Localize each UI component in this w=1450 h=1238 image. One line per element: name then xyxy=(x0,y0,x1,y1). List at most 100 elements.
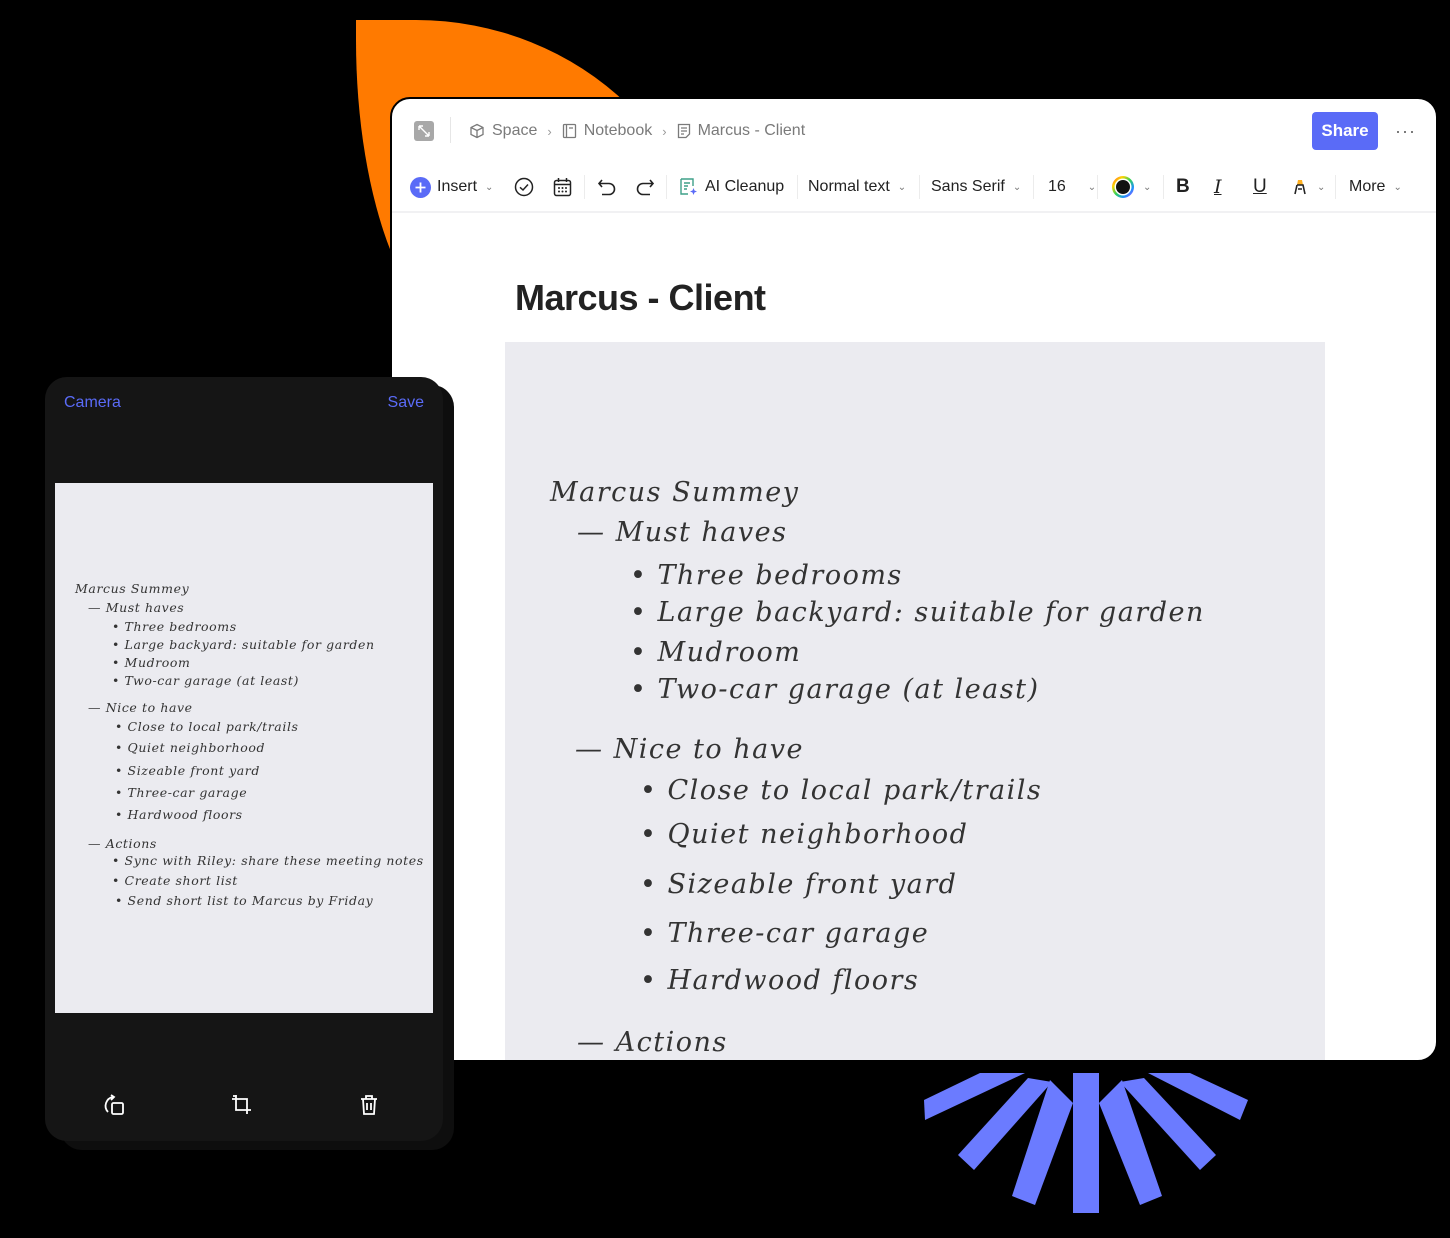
font-family-dropdown[interactable]: Sans Serif ⌄ xyxy=(931,161,1021,213)
share-button[interactable]: Share xyxy=(1312,112,1378,150)
divider xyxy=(797,175,798,199)
note-item: • Quiet neighborhood xyxy=(115,740,266,755)
item-text: Large backyard: suitable for garden xyxy=(124,637,375,652)
ai-cleanup-button[interactable]: AI Cleanup xyxy=(679,161,784,213)
note-item: • Close to local park/trails xyxy=(640,775,1043,806)
text-style-dropdown[interactable]: Normal text ⌄ xyxy=(808,161,906,213)
chevron-right-icon: › xyxy=(547,123,552,139)
chevron-down-icon: ⌄ xyxy=(485,181,494,193)
crop-icon xyxy=(232,1095,251,1114)
item-text: Three-car garage xyxy=(667,918,930,949)
more-label: More xyxy=(1349,178,1386,195)
italic-button[interactable]: I xyxy=(1214,161,1222,213)
item-text: Hardwood floors xyxy=(127,807,243,822)
section-label: Nice to have xyxy=(105,700,193,715)
more-dropdown[interactable]: More ⌄ xyxy=(1349,161,1402,213)
breadcrumb-label: Notebook xyxy=(583,122,653,139)
scanned-page-preview[interactable]: Marcus Summey — Must haves • Three bedro… xyxy=(55,483,433,1013)
item-text: Close to local park/trails xyxy=(127,719,299,734)
document-icon xyxy=(677,123,690,139)
check-circle-icon xyxy=(514,177,534,197)
text-style-value: Normal text xyxy=(808,178,890,195)
notebook-icon xyxy=(562,123,576,139)
item-text: Create short list xyxy=(124,873,238,888)
breadcrumb: Space › Notebook › Marcus - Client xyxy=(469,119,805,143)
expand-button[interactable] xyxy=(414,121,434,141)
item-text: Three bedrooms xyxy=(124,619,237,634)
divider xyxy=(584,175,585,199)
phone-scanner-panel: Camera Save Marcus Summey — Must haves •… xyxy=(45,377,443,1141)
bold-icon: B xyxy=(1176,176,1190,197)
divider xyxy=(1097,175,1098,199)
note-item: • Two-car garage (at least) xyxy=(630,674,1040,705)
note-item: • Two-car garage (at least) xyxy=(112,673,300,688)
divider xyxy=(450,117,451,143)
ai-cleanup-label: AI Cleanup xyxy=(705,178,785,195)
note-item: • Large backyard: suitable for garden xyxy=(112,637,375,652)
breadcrumb-space[interactable]: Space xyxy=(469,122,537,140)
note-item: • Mudroom xyxy=(630,637,802,668)
note-section-title: — Must haves xyxy=(577,517,788,548)
item-text: Close to local park/trails xyxy=(667,775,1043,806)
expand-icon xyxy=(418,125,430,137)
divider xyxy=(919,175,920,199)
highlight-button[interactable]: ⌄ xyxy=(1291,161,1325,213)
undo-button[interactable] xyxy=(597,161,617,213)
redo-icon xyxy=(636,179,655,196)
item-text: Two-car garage (at least) xyxy=(124,673,300,688)
task-button[interactable] xyxy=(514,161,534,213)
cube-icon xyxy=(470,123,484,139)
note-item: • Sizeable front yard xyxy=(115,763,260,778)
decorative-burst xyxy=(924,1073,1248,1213)
note-item: • Hardwood floors xyxy=(115,807,243,822)
scanned-note-image[interactable]: Marcus Summey — Must haves • Three bedro… xyxy=(505,342,1325,1060)
camera-button[interactable]: Camera xyxy=(64,394,121,412)
delete-button[interactable] xyxy=(357,1093,381,1117)
chevron-down-icon: ⌄ xyxy=(897,181,907,193)
calendar-button[interactable] xyxy=(553,161,572,213)
underline-button[interactable]: U xyxy=(1253,161,1267,213)
note-item: • Three bedrooms xyxy=(112,619,237,634)
section-label: Must haves xyxy=(105,600,185,615)
note-item: • Hardwood floors xyxy=(640,965,920,996)
note-section-title: — Nice to have xyxy=(575,734,804,765)
editor-topbar: Space › Notebook › Marcus - Client Share… xyxy=(392,99,1436,161)
redo-button[interactable] xyxy=(635,161,655,213)
more-options-icon[interactable]: ··· xyxy=(1395,121,1416,142)
font-size-dropdown[interactable]: 16 ⌄ xyxy=(1048,161,1096,213)
note-item: • Sizeable front yard xyxy=(640,869,958,900)
section-label: Nice to have xyxy=(613,734,804,765)
note-section-title: — Nice to have xyxy=(88,700,193,715)
item-text: Sizeable front yard xyxy=(667,869,958,900)
underline-icon: U xyxy=(1253,176,1267,197)
bold-button[interactable]: B xyxy=(1176,161,1190,213)
note-section-title: — Actions xyxy=(577,1027,728,1058)
color-wheel-icon xyxy=(1112,176,1134,198)
document-title[interactable]: Marcus - Client xyxy=(515,277,766,319)
breadcrumb-notebook[interactable]: Notebook xyxy=(562,122,653,140)
insert-label: Insert xyxy=(437,178,478,195)
note-item: • Send short list to Marcus by Friday xyxy=(115,893,374,908)
breadcrumb-document[interactable]: Marcus - Client xyxy=(677,122,805,140)
burst-ray xyxy=(1073,1073,1099,1213)
crop-button[interactable] xyxy=(230,1093,254,1117)
save-button[interactable]: Save xyxy=(388,394,424,412)
ai-sparkle-document-icon xyxy=(680,178,697,195)
formatting-toolbar: Insert ⌄ AI Cleanup Normal text ⌄ Sans S… xyxy=(392,161,1436,213)
font-family-value: Sans Serif xyxy=(931,178,1005,195)
note-heading: Marcus Summey xyxy=(550,477,800,508)
insert-button[interactable]: Insert ⌄ xyxy=(410,161,493,213)
item-text: Two-car garage (at least) xyxy=(657,674,1040,705)
section-label: Actions xyxy=(615,1027,728,1058)
note-item: • Large backyard: suitable for garden xyxy=(630,597,1205,628)
item-text: Three bedrooms xyxy=(657,560,903,591)
item-text: Quiet neighborhood xyxy=(667,819,969,850)
text-color-picker[interactable]: ⌄ xyxy=(1111,161,1151,213)
note-section-title: — Must haves xyxy=(88,600,185,615)
note-item: • Close to local park/trails xyxy=(115,719,299,734)
chevron-down-icon: ⌄ xyxy=(1143,181,1152,193)
rotate-button[interactable] xyxy=(103,1093,127,1117)
italic-icon: I xyxy=(1214,176,1222,198)
note-item: • Create short list xyxy=(112,873,238,888)
divider xyxy=(1033,175,1034,199)
